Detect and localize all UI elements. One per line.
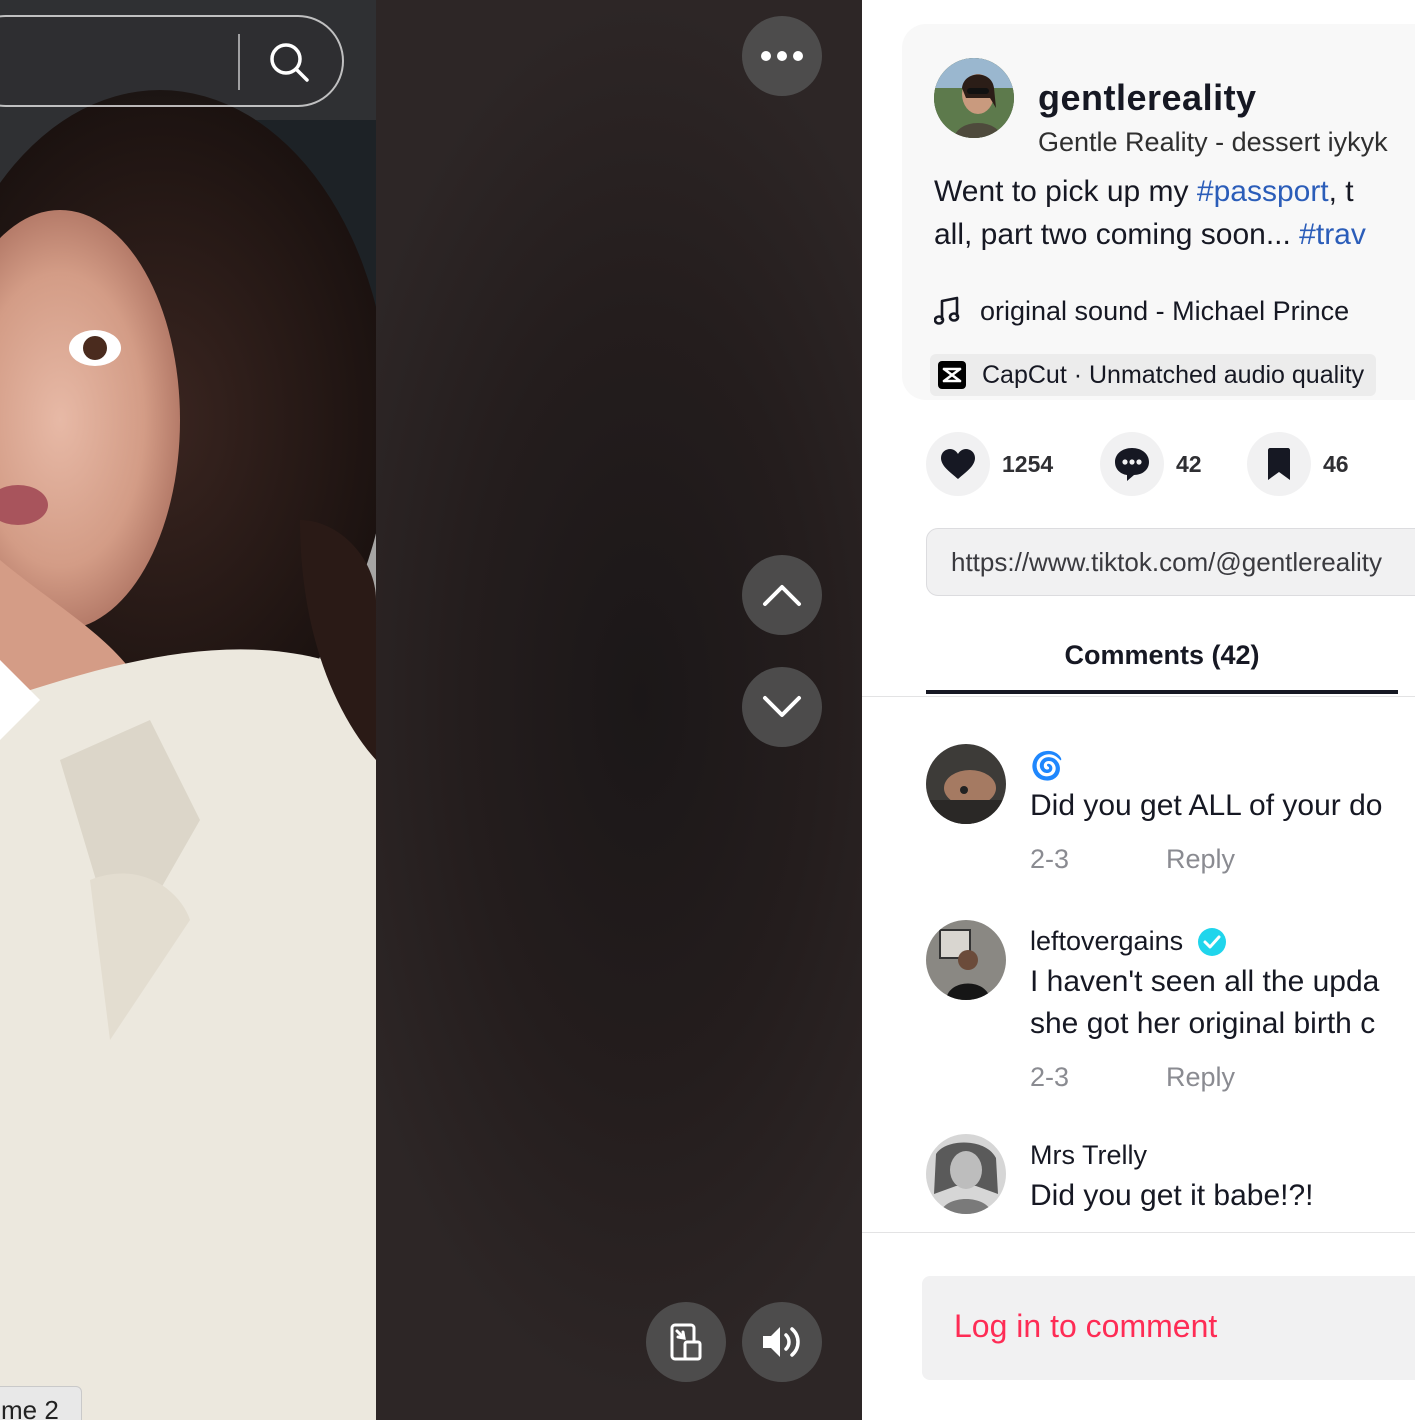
- comment-meta: 2-3 Reply: [1030, 844, 1235, 875]
- music-label: original sound - Michael Prince: [980, 295, 1350, 326]
- commenter-avatar[interactable]: [926, 1134, 1006, 1214]
- heart-icon: [941, 449, 975, 479]
- capcut-ad-label: CapCut · Unmatched audio quality: [982, 360, 1365, 389]
- video-player[interactable]: me 2: [0, 0, 862, 1420]
- commenter-avatar[interactable]: [926, 920, 1006, 1000]
- author-subtitle: Gentle Reality - dessert iykyk: [1038, 127, 1388, 157]
- author-username[interactable]: gentlereality: [1038, 80, 1257, 116]
- search-icon: [270, 43, 309, 82]
- like-count: 1254: [1002, 450, 1054, 477]
- chevron-down-icon: [763, 696, 801, 717]
- video-still: [0, 0, 376, 1420]
- save-action: 46: [1247, 432, 1349, 496]
- music-link[interactable]: original sound - Michael Prince: [934, 294, 1349, 328]
- reply-button[interactable]: Reply: [1166, 844, 1235, 875]
- next-video-button[interactable]: [742, 667, 822, 747]
- tab-comments[interactable]: Comments (42): [926, 632, 1398, 696]
- comment-text: she got her original birth c: [1030, 1007, 1376, 1040]
- save-button[interactable]: [1247, 432, 1311, 496]
- comment-date: 2-3: [1030, 844, 1070, 874]
- description-card: gentlereality Gentle Reality - dessert i…: [902, 24, 1415, 400]
- reply-button[interactable]: Reply: [1166, 1062, 1235, 1093]
- capcut-ad-chip[interactable]: CapCut · Unmatched audio quality: [930, 354, 1377, 396]
- commenter-username[interactable]: leftovergains: [1030, 926, 1183, 957]
- commenter-avatar-image: [926, 1134, 1006, 1214]
- like-action: 1254: [926, 432, 1053, 496]
- details-panel: gentlereality Gentle Reality - dessert i…: [862, 0, 1415, 1420]
- comment-action: 42: [1100, 432, 1202, 496]
- bookmark-icon: [1268, 448, 1290, 480]
- comment-meta: 2-3 Reply: [1030, 1062, 1235, 1093]
- tab-active-indicator: [926, 690, 1398, 694]
- like-button[interactable]: [926, 432, 990, 496]
- comment-date: 2-3: [1030, 1062, 1070, 1092]
- caption-text: Went to pick up my: [934, 175, 1197, 208]
- share-link-field[interactable]: https://www.tiktok.com/@gentlereality: [926, 528, 1415, 596]
- picture-in-picture-icon: [670, 1323, 702, 1361]
- commenter-avatar[interactable]: [926, 744, 1006, 824]
- verified-badge-icon: [1198, 927, 1227, 956]
- comment-count: 42: [1176, 450, 1202, 477]
- caption-text: , t: [1328, 175, 1354, 208]
- search-button[interactable]: [262, 38, 316, 86]
- capcut-icon: [938, 361, 966, 389]
- ellipsis-icon: [761, 51, 803, 61]
- picture-in-picture-button[interactable]: [646, 1302, 726, 1382]
- comment-bubble-icon: [1115, 448, 1149, 481]
- commenter-username[interactable]: Mrs Trelly: [1030, 1140, 1147, 1171]
- effect-chip[interactable]: me 2: [0, 1386, 82, 1420]
- hashtag-link[interactable]: #trav: [1299, 218, 1366, 251]
- caption-text: all, part two coming soon...: [934, 218, 1300, 251]
- search-divider: [238, 34, 240, 90]
- divider: [862, 1232, 1415, 1233]
- author-avatar-image: [934, 58, 1014, 138]
- commenter-avatar-image: [926, 920, 1006, 1000]
- comment-text: Did you get ALL of your do: [1030, 789, 1383, 822]
- comment-text: Did you get it babe!?!: [1030, 1179, 1314, 1212]
- save-count: 46: [1323, 450, 1349, 477]
- commenter-username[interactable]: 🌀: [1030, 750, 1064, 782]
- chevron-up-icon: [763, 585, 801, 606]
- author-avatar[interactable]: [934, 58, 1014, 138]
- comment-list[interactable]: 🌀 Did you get ALL of your do 2-3 Reply l…: [862, 697, 1415, 1233]
- previous-video-button[interactable]: [742, 555, 822, 635]
- video-caption: Went to pick up my #passport, t all, par…: [934, 170, 1415, 256]
- comment-button[interactable]: [1100, 432, 1164, 496]
- login-to-comment-button[interactable]: Log in to comment: [922, 1276, 1415, 1380]
- commenter-username-row: leftovergains: [1030, 926, 1227, 957]
- music-note-icon: [934, 296, 960, 325]
- hashtag-link[interactable]: #passport: [1197, 175, 1329, 208]
- volume-button[interactable]: [742, 1302, 822, 1382]
- login-to-comment-label: Log in to comment: [954, 1308, 1218, 1344]
- video-frame[interactable]: me 2: [0, 0, 376, 1420]
- more-options-button[interactable]: [742, 16, 822, 96]
- commenter-avatar-image: [926, 744, 1006, 824]
- comment-text: I haven't seen all the upda: [1030, 965, 1380, 998]
- volume-icon: [763, 1327, 800, 1357]
